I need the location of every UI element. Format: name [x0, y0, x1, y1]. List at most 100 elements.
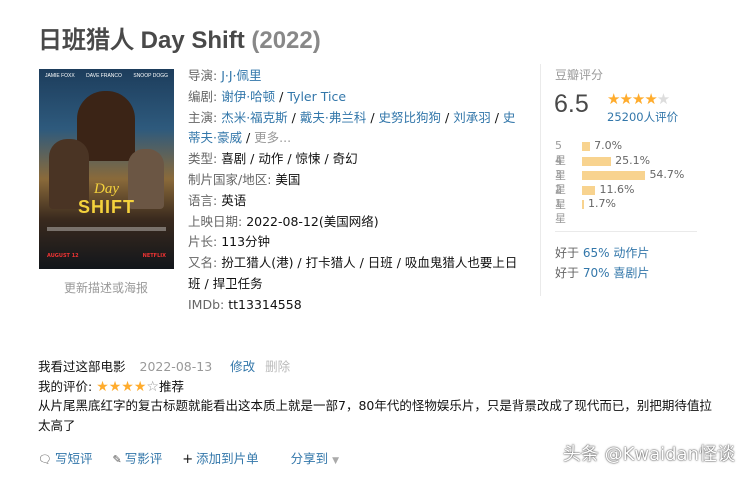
director-label: 导演: [188, 68, 218, 83]
writer-link[interactable]: Tyler Tice [287, 89, 346, 104]
pencil-icon: ✎ [112, 453, 122, 466]
aka-label: 又名: [188, 255, 218, 271]
release-value: 2022-08-12(美国网络) [246, 213, 379, 229]
rating-score: 6.5 [554, 90, 589, 118]
poster-cast-name: DAVE FRANCO [86, 73, 122, 79]
imdb-row: IMDb: tt13314558 [188, 295, 526, 316]
country-label: 制片国家/地区: [188, 171, 272, 187]
rating-dist-bar [582, 142, 591, 151]
rating-dist-bar [582, 171, 646, 180]
comment-icon: 🗨 [38, 453, 52, 466]
my-rating-stars: ★★★★☆ [96, 379, 159, 395]
watermark: 头条 @Kwaidan怪谈 [562, 444, 735, 465]
better-than-link[interactable]: 65% 动作片 [583, 246, 650, 260]
edit-link[interactable]: 修改 [230, 359, 255, 374]
movie-info: 导演: J·J·佩里 编剧: 谢伊·哈顿 / Tyler Tice 主演: 杰米… [188, 66, 526, 316]
rating-dist-bar [582, 185, 596, 195]
better-than-percent: 70% [582, 266, 610, 280]
country-row: 制片国家/地区: 美国 [188, 170, 526, 191]
divider [555, 231, 697, 232]
country-value: 美国 [275, 171, 301, 187]
poster-logo: SHIFT [78, 197, 135, 217]
language-row: 语言: 英语 [188, 191, 526, 212]
cast-link[interactable]: 刘承羽 [453, 110, 491, 125]
poster-footer: AUGUST 12 NETFLIX [47, 253, 166, 259]
rating-dist-percent: 7.0% [594, 139, 623, 152]
genre-value: 喜剧 / 动作 / 惊悚 / 奇幻 [221, 151, 358, 167]
my-rating-label: 我的评价: [38, 379, 93, 394]
better-than-prefix: 好于 [555, 246, 580, 260]
language-label: 语言: [188, 192, 218, 208]
poster-tagline [47, 227, 166, 231]
share-label: 分享到 [290, 451, 329, 466]
page-title: 日班猎人 Day Shift (2022) [38, 20, 321, 55]
update-poster-link[interactable]: 更新描述或海报 [64, 279, 148, 296]
runtime-label: 片长: [188, 234, 218, 250]
runtime-value: 113分钟 [221, 234, 271, 250]
better-than-percent: 65% [582, 246, 610, 260]
imdb-value: tt13314558 [228, 296, 302, 312]
imdb-label: IMDb: [188, 296, 225, 312]
divider [540, 64, 541, 296]
poster-release: AUGUST 12 [47, 253, 79, 259]
plus-icon: + [182, 452, 194, 467]
rating-label: 豆瓣评分 [555, 68, 604, 82]
release-row: 上映日期: 2022-08-12(美国网络) [188, 212, 526, 233]
action-bar: 🗨 写短评 ✎ 写影评 + 添加到片单 分享到 ▼ [38, 448, 339, 467]
share-dropdown[interactable]: 分享到 ▼ [291, 451, 339, 466]
watched-label: 我看过这部电影 [38, 359, 126, 374]
cast-row: 主演: 杰米·福克斯 / 戴夫·弗兰科 / 史努比狗狗 / 刘承羽 / 史蒂夫·… [188, 109, 516, 146]
my-rating-word: 推荐 [158, 379, 184, 394]
poster-cast-names: JAMIE FOXX DAVE FRANCO SNOOP DOGG [45, 73, 168, 79]
better-than-action: 好于 65% 动作片 [555, 244, 649, 261]
delete-link[interactable]: 删除 [265, 359, 290, 374]
rating-dist-percent: 25.1% [615, 153, 651, 167]
better-than-genre: 动作片 [613, 246, 650, 260]
rating-dist-percent: 11.6% [599, 182, 635, 196]
write-short-review-button[interactable]: 🗨 写短评 [38, 451, 92, 466]
better-than-link[interactable]: 70% 喜剧片 [583, 266, 650, 280]
better-than-genre: 喜剧片 [613, 266, 650, 280]
genre-label: 类型: [188, 151, 218, 167]
write-review-button[interactable]: ✎ 写影评 [112, 451, 162, 466]
movie-name: 日班猎人 Day Shift [38, 27, 245, 54]
poster-cast-name: SNOOP DOGG [133, 73, 168, 79]
add-to-list-label: 添加到片单 [196, 451, 259, 466]
movie-poster[interactable]: JAMIE FOXX DAVE FRANCO SNOOP DOGG Day SH… [39, 69, 174, 269]
writer-row: 编剧: 谢伊·哈顿 / Tyler Tice [188, 88, 347, 104]
director-row: 导演: J·J·佩里 [188, 66, 526, 87]
genre-row: 类型: 喜剧 / 动作 / 惊悚 / 奇幻 [188, 149, 526, 170]
runtime-row: 片长: 113分钟 [188, 232, 526, 253]
cast-more-link[interactable]: 更多... [254, 130, 291, 145]
rating-count-link[interactable]: 25200人评价 [607, 109, 678, 125]
aka-value: 扮工猎人(港) / 打卡猎人 / 日班 / 吸血鬼猎人也要上日班 / 捍卫任务 [188, 255, 518, 291]
caret-down-icon: ▼ [332, 456, 340, 466]
half-star-icon: ★ [644, 90, 657, 108]
cast-label: 主演: [188, 109, 218, 125]
cast-link[interactable]: 戴夫·弗兰科 [300, 110, 366, 125]
better-than-prefix: 好于 [555, 266, 580, 280]
rating-dist-bar [582, 200, 584, 209]
language-value: 英语 [221, 192, 247, 208]
write-short-review-label: 写短评 [54, 451, 93, 466]
release-label: 上映日期: [188, 213, 243, 229]
poster-logo: Day [94, 181, 119, 197]
watched-date: 2022-08-13 [139, 359, 213, 374]
rating-dist-bar [582, 156, 612, 166]
my-watch-status: 我看过这部电影 2022-08-13 修改 删除 [38, 356, 290, 375]
movie-year: (2022) [251, 27, 321, 54]
cast-link[interactable]: 史努比狗狗 [379, 110, 442, 125]
poster-platform: NETFLIX [142, 253, 166, 259]
add-to-list-button[interactable]: + 添加到片单 [182, 451, 259, 467]
my-comment: 从片尾黑底红字的复古标题就能看出这本质上就是一部7，80年代的怪物娱乐片，只是背… [38, 398, 712, 433]
write-review-label: 写影评 [124, 451, 163, 466]
poster-cast-name: JAMIE FOXX [45, 73, 75, 79]
rating-dist-percent: 54.7% [649, 168, 685, 181]
rating-stars: ★★★★★ [607, 90, 670, 108]
cast-link[interactable]: 杰米·福克斯 [221, 110, 287, 125]
rating-dist-percent: 1.7% [587, 197, 616, 210]
writer-link[interactable]: 谢伊·哈顿 [221, 89, 275, 104]
aka-row: 又名: 扮工猎人(港) / 打卡猎人 / 日班 / 吸血鬼猎人也要上日班 / 捍… [188, 253, 526, 295]
better-than-comedy: 好于 70% 喜剧片 [555, 264, 649, 281]
director-link[interactable]: J·J·佩里 [221, 68, 261, 83]
